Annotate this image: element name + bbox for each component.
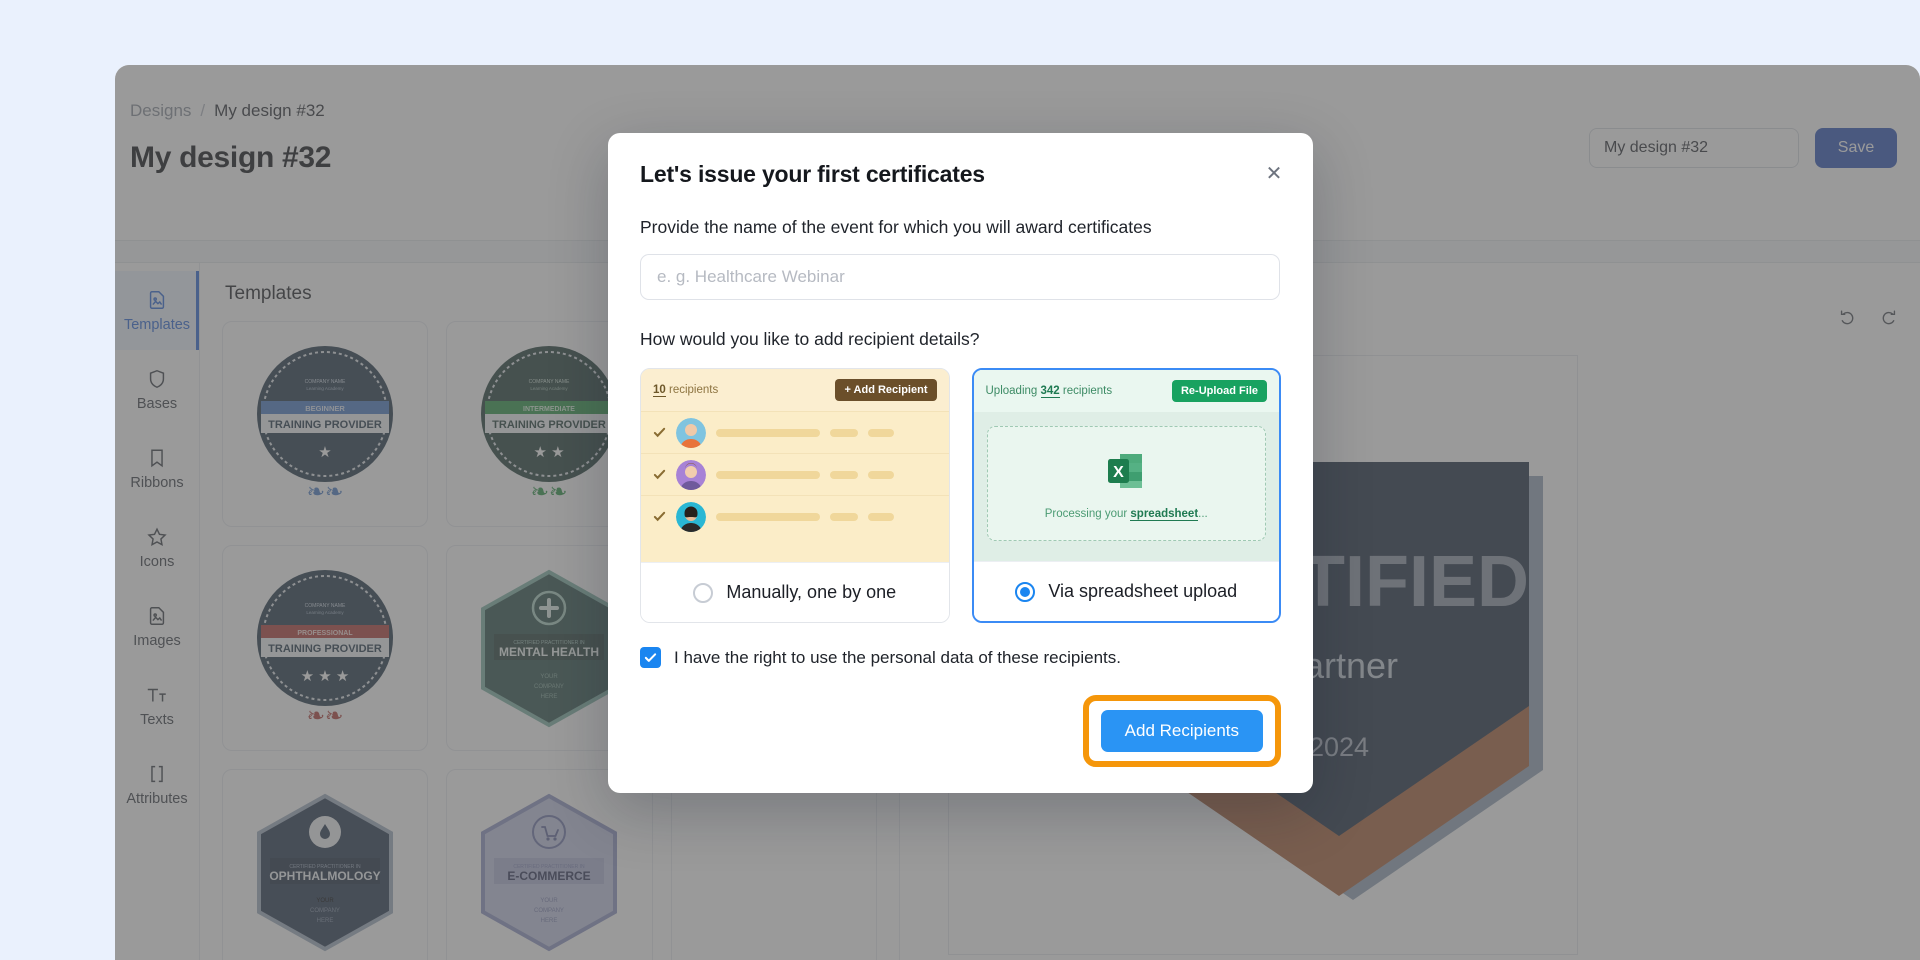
add-recipients-highlight-ring: Add Recipients: [1082, 695, 1281, 767]
modal-actions: Add Recipients: [1082, 695, 1281, 767]
manual-choice-footer[interactable]: Manually, one by one: [641, 562, 949, 622]
manual-recipient-row[interactable]: [641, 411, 949, 453]
placeholder-bar: [830, 512, 858, 521]
manual-preview: 10 recipients + Add Recipient: [641, 369, 949, 562]
manual-recipient-count: 10 recipients: [653, 384, 719, 397]
dropzone-caption: Processing your spreadsheet...: [1044, 507, 1208, 521]
checkmark-icon: [644, 653, 657, 662]
manual-count-number: 10: [653, 384, 666, 397]
spreadsheet-recipient-count: Uploading 342 recipients: [985, 385, 1113, 398]
radio-manual[interactable]: [693, 582, 714, 603]
event-name-input[interactable]: [640, 254, 1280, 300]
file-dropzone[interactable]: X Processing your spreadsheet...: [986, 426, 1266, 541]
spreadsheet-choice-label: Via spreadsheet upload: [1048, 581, 1238, 601]
checkmark-icon: [653, 511, 666, 522]
event-name-label: Provide the name of the event for which …: [640, 217, 1152, 237]
spreadsheet-preview: Uploading 342 recipients Re-Upload File: [973, 370, 1279, 561]
svg-text:X: X: [1113, 464, 1124, 481]
avatar: [676, 417, 706, 448]
excel-file-icon: X: [1103, 448, 1149, 499]
avatar: [676, 459, 706, 490]
method-label: How would you like to add recipient deta…: [640, 329, 980, 349]
spreadsheet-count-number: 342: [1040, 385, 1060, 398]
manual-preview-header: 10 recipients + Add Recipient: [641, 369, 949, 411]
placeholder-bar: [868, 470, 894, 479]
consent-label: I have the right to use the personal dat…: [674, 647, 1122, 667]
spreadsheet-preview-header: Uploading 342 recipients Re-Upload File: [973, 370, 1279, 412]
re-upload-file-button[interactable]: Re-Upload File: [1171, 380, 1267, 402]
recipient-method-choices: 10 recipients + Add Recipient Manually, …: [640, 368, 1281, 623]
manual-choice-label: Manually, one by one: [726, 582, 897, 602]
placeholder-bar: [716, 470, 820, 479]
add-recipients-button[interactable]: Add Recipients: [1100, 710, 1263, 752]
dropzone-caption-prefix: Processing your: [1044, 507, 1128, 520]
consent-row[interactable]: I have the right to use the personal dat…: [640, 647, 1281, 668]
consent-checkbox[interactable]: [640, 647, 661, 668]
placeholder-bar: [716, 512, 820, 521]
placeholder-bar: [830, 428, 858, 437]
modal-title: Let's issue your first certificates: [640, 161, 985, 187]
checkmark-icon: [653, 427, 666, 438]
spreadsheet-count-prefix: Uploading: [985, 385, 1038, 397]
avatar: [676, 501, 706, 532]
manual-recipient-row[interactable]: [641, 495, 949, 537]
spreadsheet-choice-footer[interactable]: Via spreadsheet upload: [973, 561, 1279, 621]
checkmark-icon: [653, 469, 666, 480]
manual-recipient-row[interactable]: [641, 453, 949, 495]
choice-card-spreadsheet[interactable]: Uploading 342 recipients Re-Upload File: [971, 368, 1281, 623]
manual-count-suffix: recipients: [669, 384, 719, 396]
dropzone-caption-link[interactable]: spreadsheet: [1130, 507, 1199, 521]
radio-spreadsheet[interactable]: [1015, 581, 1036, 602]
issue-certificates-modal: Let's issue your first certificates ✕ Pr…: [608, 133, 1313, 793]
dropzone-caption-suffix: ...: [1198, 507, 1208, 520]
close-icon[interactable]: ✕: [1261, 161, 1287, 187]
spreadsheet-count-suffix: recipients: [1062, 385, 1113, 397]
choice-card-manual[interactable]: 10 recipients + Add Recipient Manually, …: [640, 368, 950, 623]
add-recipient-button[interactable]: + Add Recipient: [835, 379, 937, 401]
placeholder-bar: [830, 470, 858, 479]
placeholder-bar: [868, 512, 894, 521]
placeholder-bar: [868, 428, 894, 437]
placeholder-bar: [716, 428, 820, 437]
